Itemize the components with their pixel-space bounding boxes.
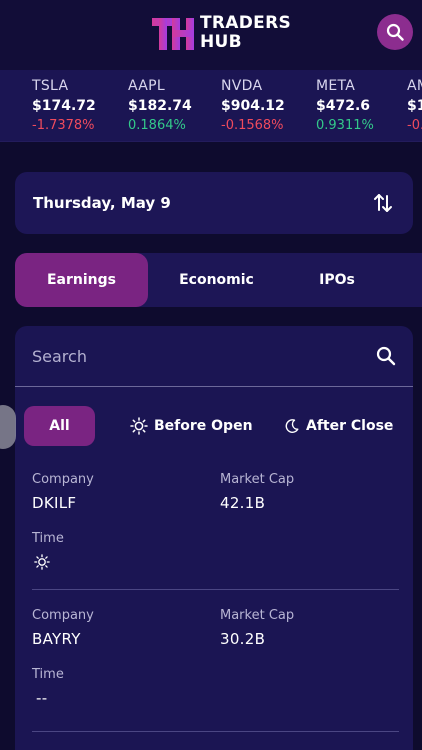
logo: TRADERS HUB — [152, 13, 291, 53]
ticker-symbol: AM — [407, 78, 422, 94]
moon-icon — [284, 418, 300, 434]
sort-arrows-icon[interactable] — [371, 191, 395, 215]
list-item[interactable]: Company BAYRY Market Cap 30.2B Time -- — [32, 608, 399, 718]
edge-swipe-handle[interactable] — [0, 405, 16, 449]
ticker-item-aapl[interactable]: AAPL $182.74 0.1864% — [128, 78, 192, 133]
ticker-price: $182.74 — [128, 98, 192, 114]
search-icon[interactable] — [376, 346, 396, 366]
ticker-price: $174.72 — [32, 98, 96, 114]
ticker-item-partial[interactable]: AM $1 -0. — [407, 78, 422, 133]
list-item[interactable]: Company DKILF Market Cap 42.1B Time — [32, 472, 399, 582]
ticker-change: 0.1864% — [128, 118, 186, 133]
filter-all[interactable]: All — [24, 406, 95, 446]
tab-economic[interactable]: Economic — [148, 253, 285, 307]
app-header: TRADERS HUB — [0, 0, 422, 70]
logo-line-2: HUB — [200, 32, 242, 52]
time-label: Time — [32, 531, 64, 546]
tab-ipos[interactable]: IPOs — [285, 253, 389, 307]
earnings-panel: Search All Before Open After Close Compa… — [15, 326, 413, 750]
market-cap-value: 42.1B — [220, 494, 266, 512]
date-selector[interactable]: Thursday, May 9 — [15, 172, 413, 234]
ticker-price: $904.12 — [221, 98, 285, 114]
header-search-button[interactable] — [377, 14, 413, 50]
logo-line-1: TRADERS — [200, 13, 292, 33]
ticker-change: -0.1568% — [221, 118, 284, 133]
filter-after-close-label: After Close — [306, 418, 394, 434]
ticker-change: 0.9311% — [316, 118, 374, 133]
ticker-symbol: AAPL — [128, 78, 165, 94]
ticker-item-meta[interactable]: META $472.6 0.9311% — [316, 78, 374, 133]
company-label: Company — [32, 472, 94, 487]
time-value: -- — [36, 689, 48, 707]
ticker-price: $1 — [407, 98, 422, 114]
search-bar[interactable]: Search — [15, 326, 413, 387]
logo-mark — [152, 14, 196, 52]
session-filters: All Before Open After Close — [24, 406, 413, 446]
company-symbol: BAYRY — [32, 630, 81, 648]
search-icon — [386, 23, 404, 41]
ticker-symbol: NVDA — [221, 78, 263, 94]
market-cap-value: 30.2B — [220, 630, 266, 648]
ticker-item-nvda[interactable]: NVDA $904.12 -0.1568% — [221, 78, 285, 133]
company-symbol: DKILF — [32, 494, 77, 512]
row-divider — [32, 731, 399, 732]
filter-after-close[interactable]: After Close — [284, 406, 393, 446]
ticker-change: -1.7378% — [32, 118, 95, 133]
sun-icon — [34, 554, 50, 574]
market-cap-label: Market Cap — [220, 472, 295, 487]
row-divider — [32, 589, 399, 590]
logo-text: TRADERS HUB — [200, 14, 291, 52]
company-label: Company — [32, 608, 94, 623]
ticker-symbol: META — [316, 78, 356, 94]
time-label: Time — [32, 667, 64, 682]
search-input[interactable]: Search — [32, 347, 376, 366]
market-cap-label: Market Cap — [220, 608, 295, 623]
sun-icon — [130, 417, 148, 435]
selected-date: Thursday, May 9 — [33, 194, 171, 212]
tab-earnings[interactable]: Earnings — [15, 253, 148, 307]
stock-ticker[interactable]: TSLA $174.72 -1.7378% AAPL $182.74 0.186… — [0, 70, 422, 142]
ticker-price: $472.6 — [316, 98, 371, 114]
ticker-symbol: TSLA — [32, 78, 69, 94]
filter-before-open-label: Before Open — [154, 418, 253, 434]
filter-before-open[interactable]: Before Open — [130, 406, 253, 446]
calendar-tabs: Earnings Economic IPOs — [15, 253, 422, 307]
app-screen: TRADERS HUB TSLA $174.72 -1.7378% AAPL $… — [0, 0, 422, 750]
ticker-change: -0. — [407, 118, 422, 133]
ticker-item-tsla[interactable]: TSLA $174.72 -1.7378% — [32, 78, 96, 133]
